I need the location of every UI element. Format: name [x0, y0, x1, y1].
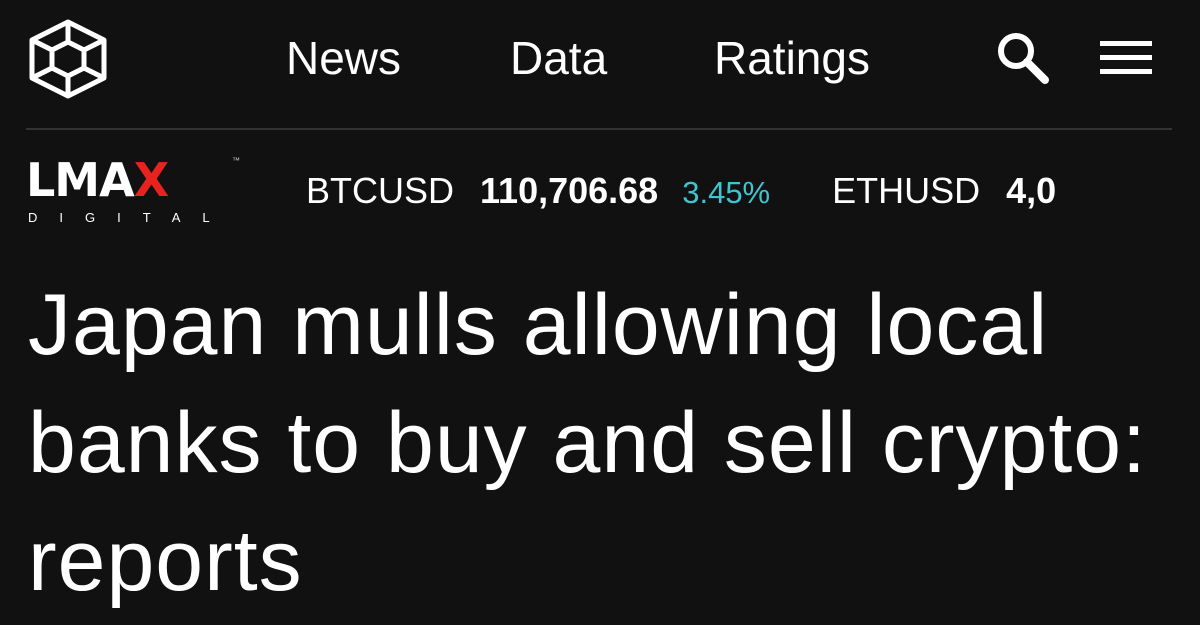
ticker-symbol-ethusd[interactable]: ETHUSD — [832, 168, 980, 214]
hamburger-menu-icon[interactable] — [1098, 38, 1154, 78]
search-icon[interactable] — [993, 28, 1051, 86]
header-divider — [26, 128, 1172, 130]
nav-data[interactable]: Data — [510, 30, 607, 86]
price-ticker-bar: LMAX ™ DIGITAL BTCUSD 110,706.68 3.45% ETHU… — [0, 132, 1200, 242]
nav-ratings[interactable]: Ratings — [714, 30, 870, 86]
lmax-subtitle: DIGITAL — [28, 210, 232, 225]
block-cube-logo-icon[interactable] — [26, 16, 110, 100]
nav-news[interactable]: News — [286, 30, 401, 86]
lmax-digital-logo[interactable]: LMAX ™ DIGITAL — [26, 154, 244, 232]
lmax-wordmark: LMAX — [26, 153, 169, 207]
ticker-change-btcusd[interactable]: 3.45% — [682, 170, 770, 216]
site-header: News Data Ratings — [0, 0, 1200, 128]
article-headline: Japan mulls allowing local banks to buy … — [28, 277, 1147, 609]
trademark-mark: ™ — [232, 156, 240, 165]
ticker-price-btcusd[interactable]: 110,706.68 — [480, 168, 658, 214]
lmax-wordmark-accent: X — [133, 153, 169, 207]
lmax-wordmark-main: LMA — [26, 153, 135, 207]
ticker-price-ethusd[interactable]: 4,0 — [1006, 168, 1056, 214]
ticker-track: BTCUSD 110,706.68 3.45% ETHUSD 4,0 — [306, 168, 1114, 218]
ticker-symbol-btcusd[interactable]: BTCUSD — [306, 168, 454, 214]
